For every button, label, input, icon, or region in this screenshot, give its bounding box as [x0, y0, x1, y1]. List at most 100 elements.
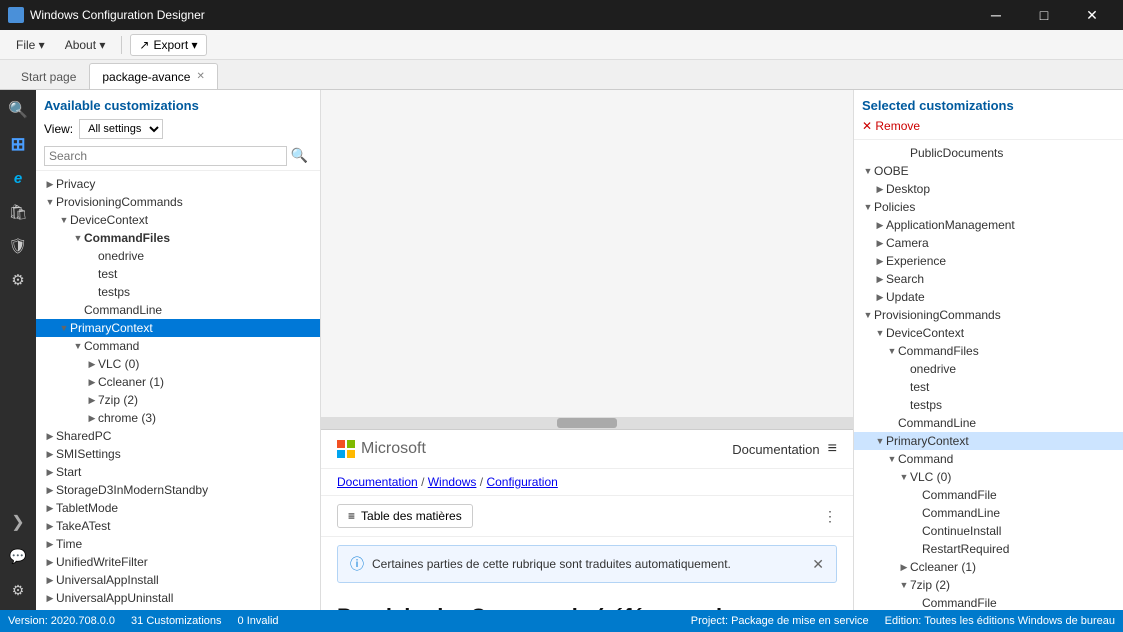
layers-icon[interactable]: ⊞	[2, 128, 34, 160]
tab-start-page[interactable]: Start page	[8, 63, 89, 89]
breadcrumb-documentation[interactable]: Documentation	[337, 475, 418, 489]
left-tree-item[interactable]: DeviceContext	[36, 211, 320, 229]
menubar: File ▾ About ▾ ↗ Export ▾	[0, 30, 1123, 60]
left-tree: PrivacyProvisioningCommandsDeviceContext…	[36, 171, 320, 610]
speech-icon[interactable]: 💬	[2, 540, 34, 572]
toc-more-icon[interactable]: ⋮	[823, 508, 837, 525]
right-tree-item[interactable]: CommandLine	[854, 414, 1123, 432]
right-tree-item[interactable]: Experience	[854, 252, 1123, 270]
export-label: Export ▾	[153, 38, 197, 52]
horizontal-scrollbar[interactable]	[321, 417, 853, 429]
right-tree-item[interactable]: PublicDocuments	[854, 144, 1123, 162]
breadcrumb-sep1: /	[421, 475, 428, 489]
tab-package-avance[interactable]: package-avance ✕	[89, 63, 217, 89]
ms-sq-red	[337, 440, 345, 448]
right-tree-item[interactable]: Search	[854, 270, 1123, 288]
right-tree-item[interactable]: test	[854, 378, 1123, 396]
left-tree-item[interactable]: VLC (0)	[36, 355, 320, 373]
left-tree-item[interactable]: 7zip (2)	[36, 391, 320, 409]
search-input[interactable]	[44, 146, 287, 166]
right-tree-item[interactable]: Camera	[854, 234, 1123, 252]
left-tree-item[interactable]: testps	[36, 283, 320, 301]
right-tree-item[interactable]: 7zip (2)	[854, 576, 1123, 594]
export-icon: ↗	[139, 38, 149, 52]
avail-panel-title: Available customizations	[36, 90, 320, 117]
store-icon[interactable]: 🛍	[2, 196, 34, 228]
left-tree-item[interactable]: Time	[36, 535, 320, 553]
view-label: View:	[44, 122, 73, 136]
right-tree-item[interactable]: DeviceContext	[854, 324, 1123, 342]
edge-icon[interactable]: e	[2, 162, 34, 194]
menu-icon[interactable]: ≡	[828, 440, 837, 458]
about-menu[interactable]: About ▾	[57, 34, 114, 56]
left-tree-item[interactable]: Start	[36, 463, 320, 481]
left-tree-item[interactable]: test	[36, 265, 320, 283]
right-tree-item[interactable]: onedrive	[854, 360, 1123, 378]
search-icon[interactable]: 🔍	[2, 94, 34, 126]
right-tree-item[interactable]: ProvisioningCommands	[854, 306, 1123, 324]
right-tree-item[interactable]: Update	[854, 288, 1123, 306]
alert-text: Certaines parties de cette rubrique sont…	[372, 557, 731, 571]
left-tree-item[interactable]: Command	[36, 337, 320, 355]
view-row: View: All settings	[36, 117, 320, 145]
expand-icon[interactable]: ❯	[2, 506, 34, 538]
titlebar-left: Windows Configuration Designer	[8, 7, 205, 23]
right-tree-item[interactable]: Command	[854, 450, 1123, 468]
minimize-button[interactable]: ─	[973, 0, 1019, 30]
tab-package-label: package-avance	[102, 70, 190, 84]
right-tree-item[interactable]: Ccleaner (1)	[854, 558, 1123, 576]
selected-customizations-panel: Selected customizations ✕ Remove PublicD…	[853, 90, 1123, 610]
breadcrumb-windows[interactable]: Windows	[428, 475, 477, 489]
tab-start-label: Start page	[21, 70, 76, 84]
right-tree-item[interactable]: RestartRequired	[854, 540, 1123, 558]
breadcrumb-configuration[interactable]: Configuration	[486, 475, 557, 489]
right-tree-item[interactable]: Desktop	[854, 180, 1123, 198]
file-menu[interactable]: File ▾	[8, 34, 53, 56]
menu-separator	[121, 36, 122, 54]
left-tree-item[interactable]: TakeATest	[36, 517, 320, 535]
left-tree-item[interactable]: CommandLine	[36, 301, 320, 319]
right-tree-item[interactable]: ContinueInstall	[854, 522, 1123, 540]
left-tree-item[interactable]: ProvisioningCommands	[36, 193, 320, 211]
left-tree-item[interactable]: StorageD3InModernStandby	[36, 481, 320, 499]
left-tree-item[interactable]: UnifiedWriteFilter	[36, 553, 320, 571]
toc-button[interactable]: ≡ Table des matières	[337, 504, 473, 528]
left-tree-item[interactable]: Ccleaner (1)	[36, 373, 320, 391]
left-tree-item[interactable]: UniversalAppInstall	[36, 571, 320, 589]
view-select[interactable]: All settings	[79, 119, 163, 139]
right-tree-item[interactable]: ApplicationManagement	[854, 216, 1123, 234]
left-tree-item[interactable]: Privacy	[36, 175, 320, 193]
right-tree-item[interactable]: CommandFiles	[854, 342, 1123, 360]
left-tree-item[interactable]: SharedPC	[36, 427, 320, 445]
right-tree-item[interactable]: CommandLine	[854, 504, 1123, 522]
search-button[interactable]: 🔍	[287, 145, 312, 166]
right-tree-item[interactable]: CommandFile	[854, 594, 1123, 610]
left-tree-item[interactable]: chrome (3)	[36, 409, 320, 427]
tab-close-icon[interactable]: ✕	[196, 71, 204, 82]
left-tree-item[interactable]: CommandFiles	[36, 229, 320, 247]
shield-icon[interactable]: 🛡	[2, 230, 34, 262]
left-tree-item[interactable]: UniversalAppUninstall	[36, 589, 320, 607]
maximize-button[interactable]: □	[1021, 0, 1067, 30]
right-tree-item[interactable]: Policies	[854, 198, 1123, 216]
right-tree-item[interactable]: CommandFile	[854, 486, 1123, 504]
right-tree-item[interactable]: OOBE	[854, 162, 1123, 180]
remove-button[interactable]: ✕ Remove	[854, 117, 1123, 140]
close-button[interactable]: ✕	[1069, 0, 1115, 30]
export-button[interactable]: ↗ Export ▾	[130, 34, 206, 56]
left-tree-item[interactable]: SMISettings	[36, 445, 320, 463]
right-tree-item[interactable]: PrimaryContext	[854, 432, 1123, 450]
documentation-label: Documentation	[732, 442, 819, 457]
right-tree-item[interactable]: VLC (0)	[854, 468, 1123, 486]
left-tree-item[interactable]: UsbErrorsOEMOverride	[36, 607, 320, 610]
left-tree-item[interactable]: TabletMode	[36, 499, 320, 517]
ms-sq-yellow	[347, 450, 355, 458]
right-tree-item[interactable]: testps	[854, 396, 1123, 414]
alert-close-button[interactable]: ✕	[812, 556, 824, 573]
left-tree-item[interactable]: onedrive	[36, 247, 320, 265]
settings-icon[interactable]: ⚙	[2, 264, 34, 296]
gear2-icon[interactable]: ⚙	[2, 574, 34, 606]
status-invalid: 0 Invalid	[238, 615, 279, 627]
left-tree-item[interactable]: PrimaryContext	[36, 319, 320, 337]
ms-name: Microsoft	[361, 440, 426, 458]
